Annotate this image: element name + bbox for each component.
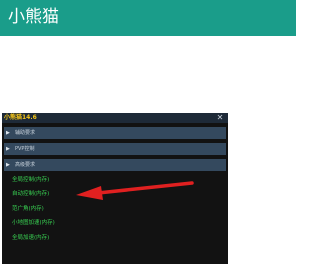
cheat-menu-panel: 小熊猫14.6 ✕ ▶ 辅助要求 ▶ PVP控制 ▶ 高级要求 全局控制(内存)… (2, 113, 228, 264)
close-icon[interactable]: ✕ (216, 113, 224, 123)
app-header: 小熊猫 (0, 0, 296, 36)
section-header-advanced[interactable]: ▶ 高级要求 (4, 159, 226, 171)
menu-item-highlighted[interactable]: 自动控制(内存) (12, 189, 132, 200)
play-triangle-icon: ▶ (6, 130, 10, 136)
menu-item[interactable]: 范广角(内存) (12, 204, 132, 215)
section-label: 辅助要求 (15, 130, 36, 136)
panel-titlebar[interactable]: 小熊猫14.6 ✕ (2, 113, 228, 123)
section-header-assist[interactable]: ▶ 辅助要求 (4, 127, 226, 139)
menu-item[interactable]: 全局控制(内存) (12, 175, 132, 186)
section-label: 高级要求 (15, 162, 36, 168)
menu-item[interactable]: 全局加速(内存) (12, 233, 132, 244)
play-triangle-icon: ▶ (6, 146, 10, 152)
app-title: 小熊猫 (8, 7, 59, 27)
section-header-pvp[interactable]: ▶ PVP控制 (4, 143, 226, 155)
section-label: PVP控制 (15, 146, 35, 152)
menu-item[interactable]: 小地图加速(内存) (12, 218, 132, 229)
play-triangle-icon: ▶ (6, 162, 10, 168)
panel-title: 小熊猫14.6 (4, 114, 37, 121)
